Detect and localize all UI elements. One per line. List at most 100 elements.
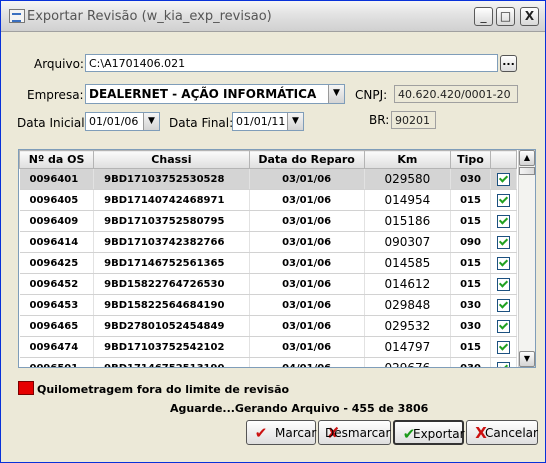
cell-km: 029676 — [364, 357, 452, 367]
cell-chassi: 9BD17103752580795 — [93, 210, 250, 232]
checkbox-checked-icon[interactable] — [496, 172, 510, 186]
checkbox-checked-icon[interactable] — [496, 193, 510, 207]
data-final-value: 01/01/11 — [236, 115, 286, 128]
data-inicial-label: Data Inicial: — [17, 116, 89, 130]
minimize-button[interactable]: _ — [474, 7, 493, 26]
cell-os: 0096452 — [19, 273, 95, 295]
cell-check — [490, 336, 518, 358]
browse-button[interactable]: ... — [500, 55, 517, 72]
cell-km: 029532 — [364, 315, 452, 337]
desmarcar-button[interactable]: ✘ Desmarcar — [318, 420, 391, 445]
cell-os: 0096401 — [19, 168, 95, 190]
cell-data: 03/01/06 — [249, 189, 365, 211]
col-tipo-header[interactable]: Tipo — [450, 150, 491, 169]
cnpj-field: 40.620.420/0001-20 — [394, 85, 518, 103]
cell-data: 03/01/06 — [249, 315, 365, 337]
vertical-scrollbar[interactable]: ▲ ▼ — [518, 150, 535, 367]
checkbox-checked-icon[interactable] — [496, 298, 510, 312]
table-row[interactable]: 0096414 9BD17103742382766 03/01/06 090307 09… — [19, 231, 518, 253]
legend-color-swatch — [18, 381, 34, 395]
checkbox-checked-icon[interactable] — [496, 319, 510, 333]
scroll-thumb[interactable] — [519, 167, 535, 175]
table-row[interactable]: 0096425 9BD17146752561365 03/01/06 014585 01… — [19, 252, 518, 274]
table-row[interactable]: 0096453 9BD15822564684190 03/01/06 029848 03… — [19, 294, 518, 316]
cell-os: 0096425 — [19, 252, 95, 274]
dialog-body: Arquivo: C:\A1701406.021 ... Empresa: DE… — [5, 32, 541, 458]
empresa-value: DEALERNET - AÇÃO INFORMÁTICA — [89, 87, 317, 101]
exportar-button[interactable]: ✔ Exportar — [393, 420, 465, 445]
checkbox-checked-icon[interactable] — [496, 361, 510, 367]
cancelar-button[interactable]: X Cancelar — [466, 420, 538, 445]
os-table[interactable]: Nº da OS Chassi Data do Reparo Km Tipo 0… — [18, 149, 536, 368]
arquivo-label: Arquivo: — [34, 57, 84, 71]
table-row[interactable]: 0096401 9BD17103752530528 03/01/06 029580 03… — [19, 168, 518, 190]
cell-tipo: 090 — [450, 231, 491, 253]
cell-check — [490, 294, 518, 316]
check-icon: ✔ — [254, 424, 268, 442]
marcar-button[interactable]: ✔ Marcar — [246, 420, 316, 445]
arquivo-input[interactable]: C:\A1701406.021 — [85, 54, 498, 72]
cell-os: 0096465 — [19, 315, 95, 337]
cell-os: 0096405 — [19, 189, 95, 211]
col-data-header[interactable]: Data do Reparo — [248, 150, 365, 169]
cell-os: 0096453 — [19, 294, 95, 316]
window-title: Exportar Revisão (w_kia_exp_revisao) — [27, 9, 272, 24]
cell-tipo: 015 — [450, 273, 491, 295]
cell-tipo: 030 — [450, 315, 491, 337]
scroll-down-icon[interactable]: ▼ — [519, 351, 535, 367]
empresa-select[interactable]: DEALERNET - AÇÃO INFORMÁTICA ▼ — [85, 84, 345, 104]
checkbox-checked-icon[interactable] — [496, 235, 510, 249]
cell-os: 0096501 — [19, 357, 95, 367]
cell-check — [490, 189, 518, 211]
maximize-button[interactable]: □ — [496, 7, 515, 26]
cell-data: 03/01/06 — [249, 168, 365, 190]
chevron-down-icon[interactable]: ▼ — [328, 85, 344, 103]
cell-data: 03/01/06 — [249, 336, 365, 358]
table-row[interactable]: 0096409 9BD17103752580795 03/01/06 015186 01… — [19, 210, 518, 232]
cell-km: 029580 — [364, 168, 452, 190]
cell-data: 04/01/06 — [249, 357, 365, 367]
cell-km: 015186 — [364, 210, 452, 232]
col-km-header[interactable]: Km — [363, 150, 452, 169]
scroll-up-icon[interactable]: ▲ — [519, 150, 535, 166]
cell-km: 014797 — [364, 336, 452, 358]
chevron-down-icon[interactable]: ▼ — [143, 113, 159, 130]
cell-tipo: 015 — [450, 189, 491, 211]
col-chassi-header[interactable]: Chassi — [93, 150, 250, 169]
table-row[interactable]: 0096452 9BD15822764726530 03/01/06 014612 01… — [19, 273, 518, 295]
checkbox-checked-icon[interactable] — [496, 256, 510, 270]
data-final-label: Data Final: — [169, 116, 234, 130]
cell-chassi: 9BD17146752561365 — [93, 252, 250, 274]
cell-km: 014954 — [364, 189, 452, 211]
data-final-select[interactable]: 01/01/11 ▼ — [232, 112, 304, 131]
empresa-label: Empresa: — [27, 88, 84, 102]
table-row[interactable]: 0096474 9BD17103752542102 03/01/06 014797 01… — [19, 336, 518, 358]
data-inicial-value: 01/01/06 — [89, 115, 139, 128]
close-button[interactable]: X — [520, 7, 539, 26]
cell-tipo: 015 — [450, 336, 491, 358]
br-field: 90201 — [391, 111, 436, 129]
cell-chassi: 9BD15822764726530 — [93, 273, 250, 295]
cell-data: 03/01/06 — [249, 294, 365, 316]
col-os-header[interactable]: Nº da OS — [19, 150, 95, 169]
cell-km: 090307 — [364, 231, 452, 253]
exportar-label: Exportar — [413, 427, 465, 441]
checkbox-checked-icon[interactable] — [496, 214, 510, 228]
title-bar[interactable]: Exportar Revisão (w_kia_exp_revisao) _ □… — [1, 1, 545, 32]
table-row[interactable]: 0096501 9BD17146752513190 04/01/06 029676 03… — [19, 357, 518, 367]
cell-data: 03/01/06 — [249, 231, 365, 253]
table-row[interactable]: 0096465 9BD27801052454849 03/01/06 029532 03… — [19, 315, 518, 337]
checkbox-checked-icon[interactable] — [496, 340, 510, 354]
cnpj-label: CNPJ: — [355, 88, 388, 102]
data-inicial-select[interactable]: 01/01/06 ▼ — [85, 112, 160, 131]
os-table-grid: Nº da OS Chassi Data do Reparo Km Tipo 0… — [19, 150, 518, 367]
table-row[interactable]: 0096405 9BD17140742468971 03/01/06 014954 01… — [19, 189, 518, 211]
marcar-label: Marcar — [275, 426, 317, 440]
chevron-down-icon[interactable]: ▼ — [287, 113, 303, 130]
checkbox-checked-icon[interactable] — [496, 277, 510, 291]
cancelar-label: Cancelar — [485, 426, 538, 440]
app-icon — [9, 9, 25, 23]
cell-check — [490, 315, 518, 337]
cell-chassi: 9BD27801052454849 — [93, 315, 250, 337]
cell-check — [490, 231, 518, 253]
